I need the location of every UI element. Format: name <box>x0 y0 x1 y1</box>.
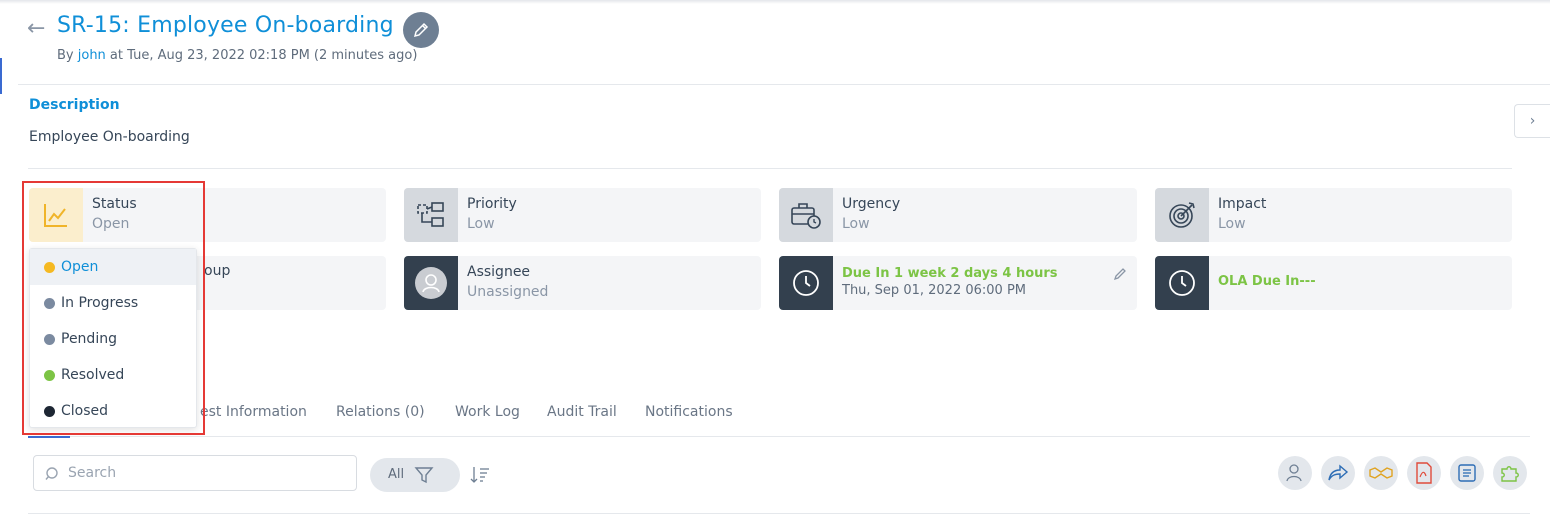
impact-value: Low <box>1218 216 1246 232</box>
status-dot <box>44 261 55 273</box>
handshake-button[interactable] <box>1364 456 1398 490</box>
funnel-icon <box>414 467 434 484</box>
status-dot <box>44 405 55 417</box>
tab-request-information[interactable]: est Information <box>200 404 307 420</box>
status-dot <box>44 369 55 381</box>
status-option-label: Open <box>61 259 99 275</box>
impact-label: Impact <box>1218 196 1267 212</box>
group-label: oup <box>204 263 231 279</box>
tab-relations[interactable]: Relations (0) <box>336 404 425 420</box>
forward-icon <box>1328 464 1349 481</box>
status-dropdown[interactable]: Open In Progress Pending Resolved Closed <box>29 248 197 428</box>
assign-user-icon <box>1286 464 1302 482</box>
author-link[interactable]: john <box>78 48 106 63</box>
filter-button[interactable]: All <box>370 458 460 492</box>
priority-label: Priority <box>467 196 517 212</box>
pencil-icon <box>1113 268 1126 281</box>
urgency-card[interactable]: Urgency Low <box>779 188 1137 242</box>
divider <box>28 513 1530 514</box>
status-option-label: Resolved <box>61 367 125 383</box>
priority-card[interactable]: Priority Low <box>404 188 761 242</box>
ola-card[interactable]: OLA Due In--- <box>1155 256 1512 310</box>
status-value: Open <box>92 216 130 232</box>
status-card[interactable]: Status Open <box>29 188 386 242</box>
status-option-label: In Progress <box>61 295 139 311</box>
user-avatar-icon <box>404 256 458 310</box>
tabs-divider <box>28 436 1530 437</box>
sort-icon[interactable] <box>470 465 492 485</box>
pdf-button[interactable] <box>1407 456 1441 490</box>
search-icon <box>45 467 58 480</box>
tab-audit-trail[interactable]: Audit Trail <box>547 404 617 420</box>
chevron-right-icon: › <box>1529 113 1536 129</box>
back-arrow-icon[interactable]: ← <box>27 16 45 42</box>
script-button[interactable] <box>1450 456 1484 490</box>
assignee-value: Unassigned <box>467 284 549 300</box>
urgency-label: Urgency <box>842 196 901 212</box>
status-option-label: Pending <box>61 331 117 347</box>
status-option-pending[interactable]: Pending <box>30 321 196 357</box>
due-date: Thu, Sep 01, 2022 06:00 PM <box>842 283 1026 298</box>
clock-icon <box>1155 256 1209 310</box>
status-dot <box>44 297 55 309</box>
byline-prefix: By <box>57 48 78 63</box>
assign-user-button[interactable] <box>1278 456 1312 490</box>
workflow-icon <box>404 188 458 242</box>
description-text: Employee On-boarding <box>29 129 190 145</box>
ola-due-label: OLA Due In--- <box>1218 274 1316 289</box>
script-icon <box>1458 464 1476 482</box>
status-dot <box>44 333 55 345</box>
tab-notifications[interactable]: Notifications <box>645 404 733 420</box>
divider <box>28 168 1512 169</box>
search-input[interactable] <box>68 462 348 484</box>
byline-suffix: at Tue, Aug 23, 2022 02:18 PM (2 minutes… <box>105 48 418 63</box>
description-label: Description <box>29 97 120 113</box>
edit-title-button[interactable] <box>403 12 439 48</box>
target-icon <box>1155 188 1209 242</box>
filter-label: All <box>388 467 405 482</box>
priority-value: Low <box>467 216 495 232</box>
due-in-label: Due In 1 week 2 days 4 hours <box>842 266 1058 281</box>
tab-work-log[interactable]: Work Log <box>455 404 520 420</box>
forward-button[interactable] <box>1321 456 1355 490</box>
plugin-button[interactable] <box>1493 456 1527 490</box>
briefcase-clock-icon <box>779 188 833 242</box>
urgency-value: Low <box>842 216 870 232</box>
clock-icon <box>779 256 833 310</box>
plugin-icon <box>1501 466 1519 482</box>
top-shadow <box>0 0 1550 4</box>
trend-chart-icon <box>29 188 83 242</box>
status-option-in-progress[interactable]: In Progress <box>30 285 196 321</box>
left-edge-marker <box>0 58 2 94</box>
byline: By john at Tue, Aug 23, 2022 02:18 PM (2… <box>57 48 417 63</box>
assignee-card[interactable]: Assignee Unassigned <box>404 256 761 310</box>
side-panel-toggle-button[interactable]: › <box>1514 104 1550 138</box>
impact-card[interactable]: Impact Low <box>1155 188 1512 242</box>
status-option-closed[interactable]: Closed <box>30 393 196 429</box>
pdf-icon <box>1416 462 1432 484</box>
pencil-icon <box>413 22 429 38</box>
status-label: Status <box>92 196 137 212</box>
edit-due-button[interactable] <box>1113 266 1127 285</box>
status-option-label: Closed <box>61 403 109 419</box>
active-tab-indicator <box>28 436 70 438</box>
status-option-open[interactable]: Open <box>30 249 196 285</box>
search-box[interactable] <box>33 455 357 491</box>
page-title: SR-15: Employee On-boarding <box>57 13 394 38</box>
status-option-resolved[interactable]: Resolved <box>30 357 196 393</box>
divider <box>18 84 1550 85</box>
assignee-label: Assignee <box>467 264 531 280</box>
due-card[interactable]: Due In 1 week 2 days 4 hours Thu, Sep 01… <box>779 256 1137 310</box>
handshake-icon <box>1369 467 1393 479</box>
